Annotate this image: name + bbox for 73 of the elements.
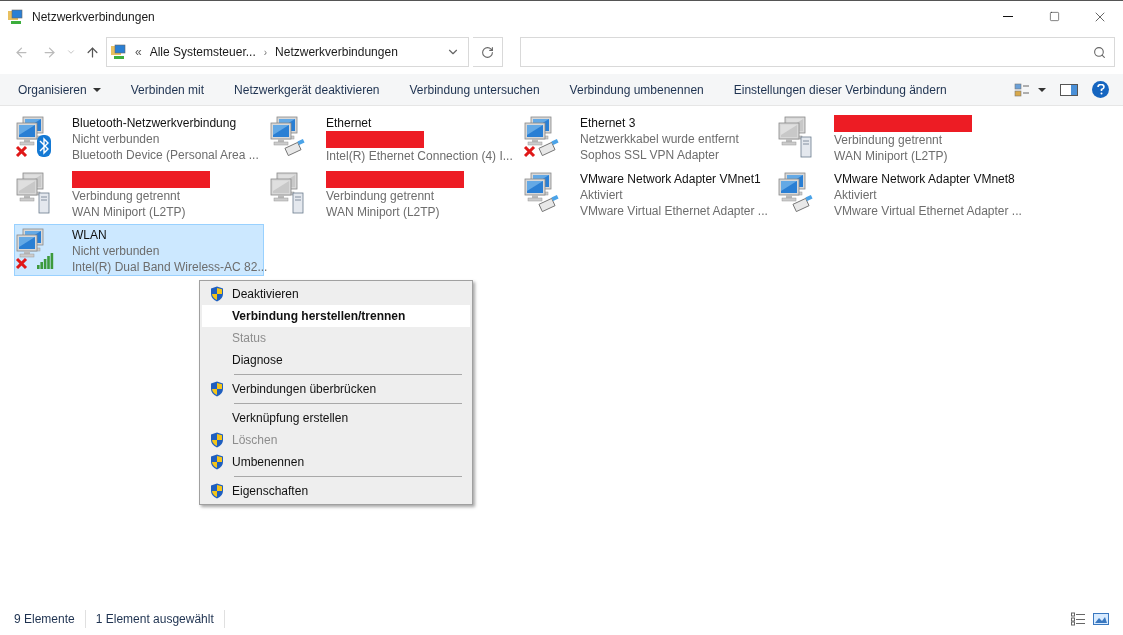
- refresh-icon: [481, 45, 494, 59]
- toolbar-button[interactable]: Einstellungen dieser Verbindung ändern: [725, 75, 955, 104]
- search-icon: [1093, 45, 1106, 59]
- item-count: 9 Elemente: [14, 610, 86, 628]
- maximize-icon: [1048, 11, 1060, 22]
- connection-item[interactable]: Verbindung getrennt WAN Miniport (L2TP): [268, 168, 518, 220]
- shield-icon: [210, 286, 224, 302]
- refresh-button[interactable]: [473, 37, 503, 67]
- view-options-button[interactable]: [1014, 81, 1046, 98]
- menu-item[interactable]: Verbindungen überbrücken: [202, 378, 470, 400]
- shield-icon: [210, 483, 224, 499]
- menu-item[interactable]: Umbenennen: [202, 451, 470, 473]
- connection-detail: WAN Miniport (L2TP): [326, 204, 441, 220]
- menu-item[interactable]: Deaktivieren: [202, 283, 470, 305]
- chevron-down-icon: [66, 47, 76, 57]
- toolbar-button[interactable]: Verbindung untersuchen: [401, 75, 548, 104]
- connection-detail: VMware Virtual Ethernet Adapter ...: [580, 203, 768, 219]
- toolbar-button[interactable]: Netzwerkgerät deaktivieren: [226, 75, 388, 104]
- connection-detail: Nicht verbunden: [72, 243, 161, 259]
- connection-item[interactable]: VMware Network Adapter VMnet8 Aktiviert VMware Virtual Ethernet Adapter ...: [776, 168, 1026, 220]
- connection-detail: VMware Virtual Ethernet Adapter ...: [834, 203, 1022, 219]
- menu-item[interactable]: Verbindung herstellen/trennen: [202, 305, 470, 327]
- shield-icon: [210, 432, 224, 448]
- connection-detail: Bluetooth Device (Personal Area ...: [72, 147, 259, 163]
- details-view-button[interactable]: [1071, 612, 1085, 626]
- window-title: Netzwerkverbindungen: [32, 8, 155, 26]
- connection-name: Ethernet 3: [580, 115, 637, 131]
- menu-item[interactable]: Eigenschaften: [202, 480, 470, 502]
- network-folder-icon: [111, 44, 127, 60]
- breadcrumb-item[interactable]: Netzwerkverbindungen: [275, 43, 398, 61]
- connection-detail: Intel(R) Ethernet Connection (4) I...: [326, 148, 513, 164]
- forward-arrow-icon: [41, 44, 57, 60]
- network-folder-icon: [8, 8, 24, 25]
- search-field[interactable]: [520, 37, 1115, 67]
- shield-icon: [210, 381, 224, 397]
- address-bar[interactable]: « Alle Systemsteuer... › Netzwerkverbindungen: [106, 37, 469, 67]
- breadcrumb-overflow[interactable]: «: [135, 43, 142, 61]
- breadcrumb-separator-icon: ›: [263, 44, 268, 60]
- connection-detail: Verbindung getrennt: [72, 188, 182, 204]
- connection-name: WLAN: [72, 227, 108, 243]
- connection-item[interactable]: Ethernet Intel(R) Ethernet Connection (4) I...: [268, 112, 518, 164]
- connection-item[interactable]: Verbindung getrennt WAN Miniport (L2TP): [776, 112, 1026, 164]
- connection-detail: Aktiviert: [834, 187, 878, 203]
- connection-name: Bluetooth-Netzwerkverbindung: [72, 115, 238, 131]
- connection-detail: Nicht verbunden: [72, 131, 161, 147]
- caret-icon: [92, 87, 101, 92]
- breadcrumb-item[interactable]: Alle Systemsteuer...: [149, 43, 256, 61]
- connection-detail: WAN Miniport (L2TP): [72, 204, 187, 220]
- connection-name: VMware Network Adapter VMnet8: [834, 171, 1016, 187]
- connection-item[interactable]: Bluetooth-Netzwerkverbindung Nicht verbunden Bluetooth Device (Personal Area ...: [14, 112, 264, 164]
- large-icons-view-button[interactable]: [1093, 612, 1109, 626]
- connection-item[interactable]: Verbindung getrennt WAN Miniport (L2TP): [14, 168, 264, 220]
- connection-name: VMware Network Adapter VMnet1: [580, 171, 762, 187]
- menu-item[interactable]: Verknüpfung erstellen: [202, 407, 470, 429]
- connection-detail: Verbindung getrennt: [834, 132, 944, 148]
- connection-item[interactable]: VMware Network Adapter VMnet1 Aktiviert VMware Virtual Ethernet Adapter ...: [522, 168, 772, 220]
- connection-detail: Netzwerkkabel wurde entfernt: [580, 131, 739, 147]
- connection-item[interactable]: Ethernet 3 Netzwerkkabel wurde entfernt Sophos SSL VPN Adapter: [522, 112, 772, 164]
- connection-name: Ethernet: [326, 115, 373, 131]
- toolbar-button[interactable]: Verbindung umbenennen: [561, 75, 712, 104]
- connection-detail: WAN Miniport (L2TP): [834, 148, 949, 164]
- question-mark-icon: [1096, 84, 1105, 95]
- toolbar-button[interactable]: Organisieren: [10, 75, 109, 104]
- preview-pane-button[interactable]: [1060, 82, 1078, 97]
- connection-detail: Verbindung getrennt: [326, 188, 436, 204]
- connection-detail: Aktiviert: [580, 187, 624, 203]
- minimize-icon: [1003, 16, 1013, 17]
- shield-icon: [210, 454, 224, 470]
- selection-count: 1 Element ausgewählt: [85, 610, 225, 628]
- menu-item[interactable]: Diagnose: [202, 349, 470, 371]
- toolbar-button[interactable]: Verbinden mit: [122, 75, 213, 104]
- connection-detail: Sophos SSL VPN Adapter: [580, 147, 720, 163]
- help-button[interactable]: [1092, 81, 1109, 98]
